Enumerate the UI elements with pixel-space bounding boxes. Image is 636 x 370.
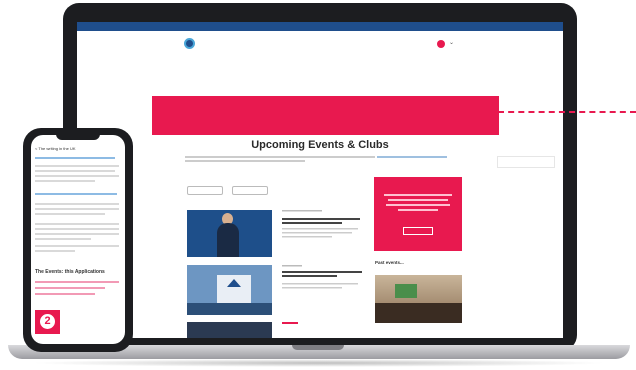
main-nav (184, 58, 251, 62)
promo-card (374, 177, 462, 251)
phone-back-link[interactable]: < The writing in the UK (35, 146, 76, 151)
intro-text-lines (185, 156, 447, 162)
sidebar-search-box[interactable] (497, 156, 555, 168)
phone-text-line (35, 203, 119, 205)
nav-item[interactable] (198, 58, 204, 62)
presentation-screen (395, 284, 417, 298)
phone-text-line (35, 233, 119, 235)
phone-text-line (35, 228, 119, 230)
dashed-connector-line (498, 111, 636, 113)
past-events-heading: Past events... (375, 260, 404, 265)
filter-dropdown[interactable] (232, 186, 268, 195)
nav-item[interactable] (248, 58, 251, 62)
past-event-photo[interactable] (375, 275, 462, 323)
site-logo[interactable] (184, 38, 240, 50)
nav-item[interactable] (212, 58, 215, 62)
event-summary[interactable] (282, 322, 364, 333)
notification-badge[interactable] (437, 40, 445, 48)
filter-dropdown[interactable] (187, 186, 223, 195)
phone-text-line (35, 223, 119, 225)
nav-item[interactable] (184, 58, 190, 62)
phone-link-line[interactable] (35, 193, 117, 195)
nav-item-active[interactable] (223, 58, 229, 62)
laptop-notch (292, 345, 344, 350)
promo-text (384, 194, 452, 217)
event-text-lines (282, 265, 362, 289)
phone-text-line (35, 245, 119, 247)
nav-item[interactable] (236, 58, 240, 62)
phone-highlight-line[interactable] (35, 281, 119, 283)
event-tag-line (282, 322, 298, 324)
phone-section-heading: The Events: this Applications (35, 269, 105, 275)
phone-text-line (35, 170, 115, 172)
phone-highlight-line[interactable] (35, 293, 95, 295)
promo-text-lines (384, 194, 452, 211)
phone-text-line (35, 238, 91, 240)
audience (375, 303, 462, 323)
event-summary[interactable] (282, 265, 364, 306)
promo-button[interactable] (403, 227, 433, 235)
event-image[interactable] (187, 265, 272, 315)
top-bar (77, 22, 563, 31)
building-image (187, 265, 272, 315)
phone-text-line (35, 213, 105, 215)
event-summary[interactable] (282, 210, 364, 251)
laptop-shadow (30, 359, 608, 367)
phone-text-line (35, 208, 119, 210)
event-text-lines (282, 210, 360, 238)
logo-mark-icon (184, 38, 195, 49)
phone-text-line (35, 175, 119, 177)
chevron-down-icon[interactable]: ⌄ (449, 39, 454, 46)
phone-highlight-line[interactable] (35, 287, 105, 289)
intro-paragraph (185, 156, 450, 165)
phone-text-line (35, 180, 95, 182)
hero-banner (152, 96, 499, 135)
laptop-screen: ⌄ Upcoming Events & Clubs Past events... (77, 22, 563, 338)
phone-text-line (35, 165, 119, 167)
step-number-badge: 2 (35, 310, 60, 334)
page-title: Upcoming Events & Clubs (251, 139, 389, 151)
event-image[interactable] (187, 322, 272, 338)
event-image[interactable] (187, 210, 272, 257)
speaker-figure (217, 223, 239, 257)
phone-link-line[interactable] (35, 157, 115, 159)
step-number: 2 (40, 314, 55, 329)
phone-notch (56, 133, 100, 140)
phone-text-line (35, 250, 75, 252)
